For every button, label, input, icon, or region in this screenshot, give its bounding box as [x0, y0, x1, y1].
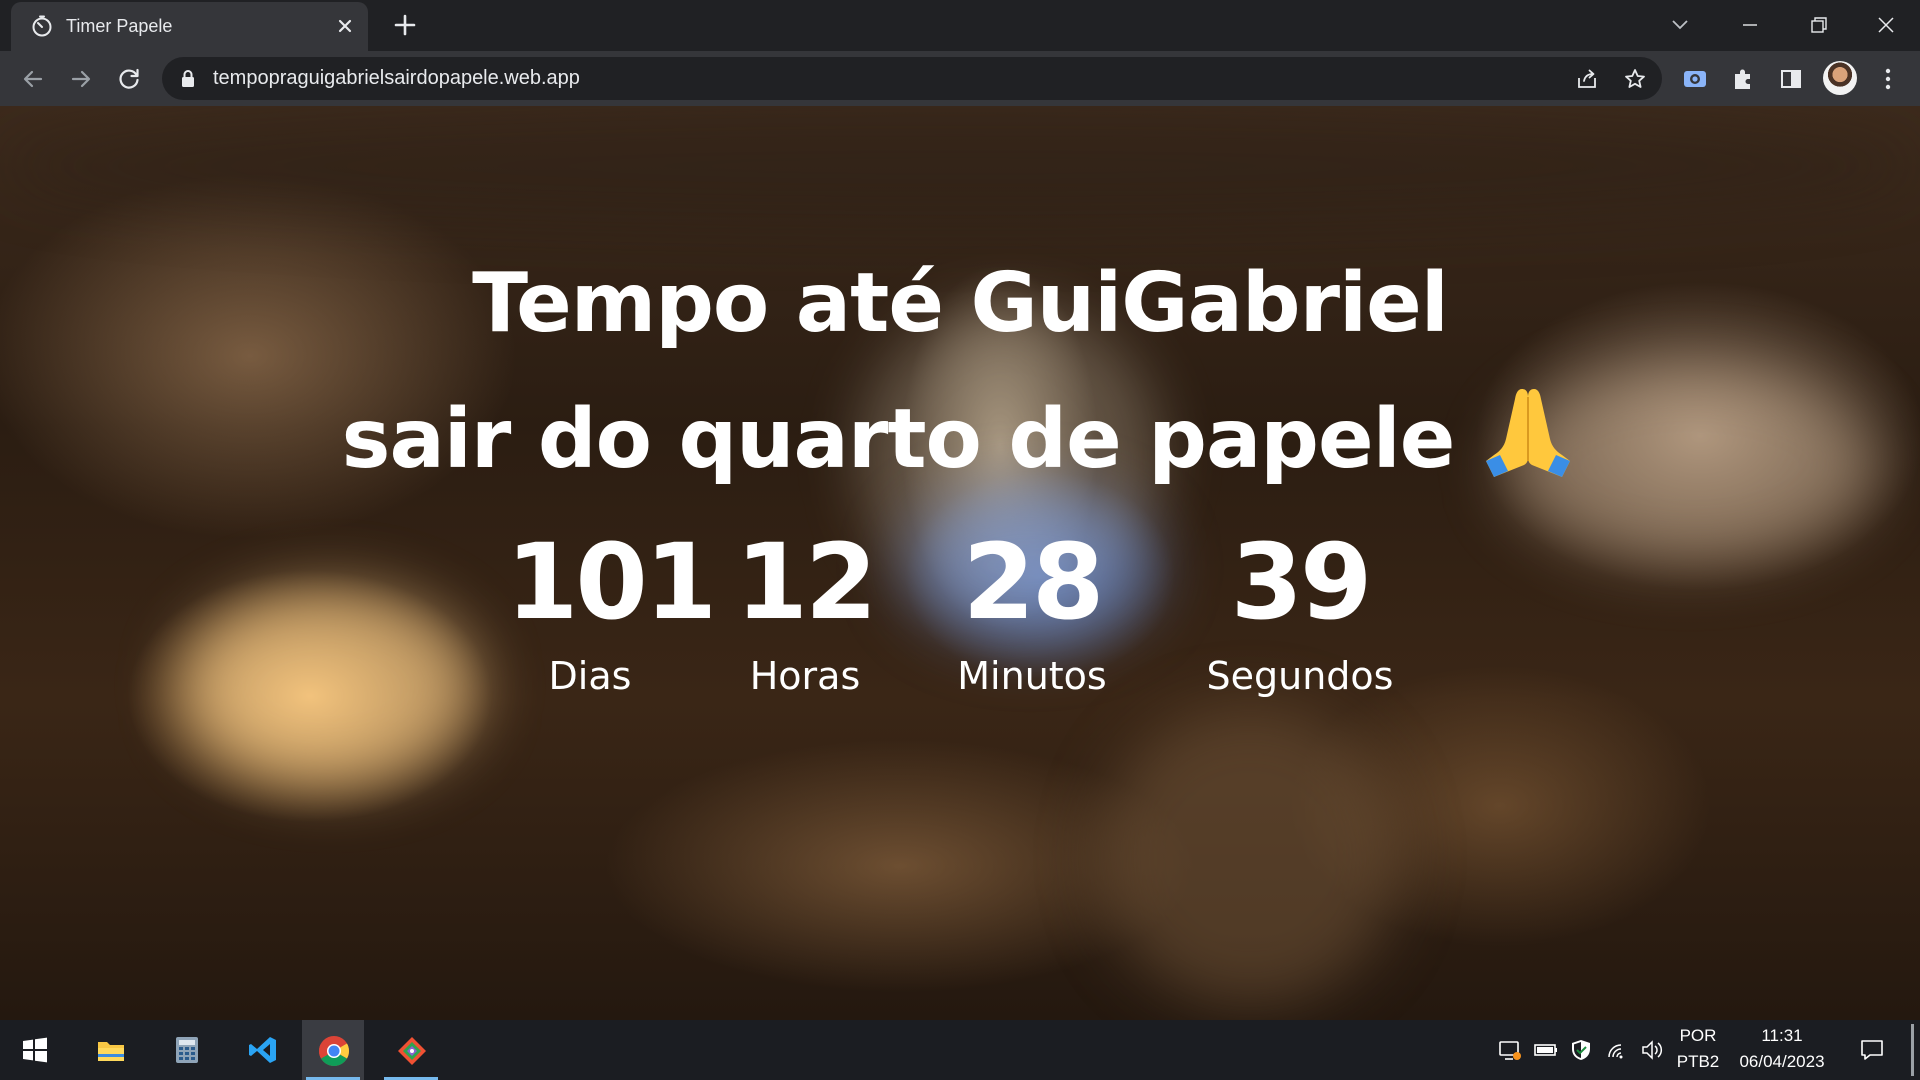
keyboard-layout[interactable]: PTB2 — [1672, 1052, 1724, 1072]
seconds-value: 39 — [1230, 521, 1373, 643]
url-text[interactable]: tempopraguigabrielsairdopapele.web.app — [213, 67, 580, 90]
start-icon — [23, 1037, 47, 1063]
days-value: 101 — [506, 521, 717, 643]
page-content: Tempo até GuiGabriel sair do quarto de p… — [0, 106, 1920, 1020]
file-explorer-button[interactable] — [80, 1020, 142, 1080]
background-light-glow — [180, 586, 480, 786]
browser-tab-strip: Timer Papele — [0, 0, 1920, 51]
restore-icon[interactable] — [1804, 10, 1834, 40]
bookmark-star-icon[interactable] — [1623, 67, 1647, 91]
minimize-icon[interactable] — [1735, 10, 1765, 40]
screen-capture-extension-icon[interactable] — [1681, 65, 1709, 93]
calculator-button[interactable] — [156, 1020, 218, 1080]
git-icon — [398, 1037, 426, 1065]
countdown-days: 101 Dias — [506, 521, 717, 700]
title-line-2: sair do quarto de papele — [341, 392, 1456, 487]
start-button[interactable] — [4, 1020, 66, 1080]
countdown-minutes: 28 Minutos — [940, 526, 1124, 700]
security-shield-icon[interactable] — [1569, 1038, 1593, 1062]
notification-center-icon[interactable] — [1858, 1036, 1886, 1064]
minutes-label: Minutos — [957, 654, 1107, 698]
seconds-label: Segundos — [1206, 654, 1394, 698]
new-tab-icon[interactable] — [392, 12, 418, 38]
minutes-value: 28 — [962, 521, 1105, 643]
show-desktop-button[interactable] — [1911, 1024, 1914, 1076]
background-ceiling — [0, 106, 1920, 226]
battery-icon[interactable] — [1534, 1038, 1558, 1062]
tab-title: Timer Papele — [66, 16, 173, 36]
folded-hands-icon — [1486, 389, 1571, 477]
side-panel-icon[interactable] — [1777, 65, 1805, 93]
windows-taskbar: POR PTB2 11:31 06/04/2023 — [0, 1020, 1920, 1080]
days-label: Dias — [548, 654, 632, 698]
chrome-icon — [318, 1036, 350, 1067]
forward-arrow-icon[interactable] — [67, 65, 95, 93]
browser-tab[interactable]: Timer Papele — [11, 2, 368, 51]
profile-avatar[interactable] — [1823, 61, 1857, 95]
chevron-down-icon[interactable] — [1668, 12, 1692, 36]
volume-icon[interactable] — [1640, 1038, 1664, 1062]
git-button[interactable] — [380, 1020, 442, 1080]
countdown-hours: 12 Horas — [730, 526, 880, 700]
extensions-puzzle-icon[interactable] — [1729, 65, 1757, 93]
hours-label: Horas — [749, 654, 861, 698]
clock-time[interactable]: 11:31 — [1728, 1026, 1836, 1046]
clock-date[interactable]: 06/04/2023 — [1728, 1052, 1836, 1072]
timer-icon — [32, 15, 52, 37]
share-icon[interactable] — [1575, 67, 1599, 91]
close-tab-icon[interactable] — [334, 15, 356, 37]
more-menu-icon[interactable] — [1874, 65, 1902, 93]
background-chair — [1100, 706, 1400, 1006]
title-line-1: Tempo até GuiGabriel — [472, 256, 1449, 351]
lock-icon[interactable] — [180, 69, 196, 88]
vscode-button[interactable] — [232, 1020, 294, 1080]
input-language[interactable]: POR — [1672, 1026, 1724, 1046]
browser-toolbar: tempopraguigabrielsairdopapele.web.app — [0, 51, 1920, 106]
file-explorer-icon — [98, 1042, 124, 1061]
update-icon[interactable] — [1498, 1038, 1522, 1062]
countdown-seconds: 39 Segundos — [1190, 526, 1410, 700]
vscode-icon — [249, 1037, 276, 1063]
calculator-icon — [176, 1037, 198, 1063]
address-bar[interactable]: tempopraguigabrielsairdopapele.web.app — [162, 57, 1662, 100]
hours-value: 12 — [735, 521, 878, 643]
reload-icon[interactable] — [115, 65, 143, 93]
back-arrow-icon[interactable] — [19, 65, 47, 93]
chrome-button[interactable] — [302, 1020, 364, 1080]
window-close-icon[interactable] — [1871, 10, 1901, 40]
wifi-icon[interactable] — [1606, 1038, 1630, 1062]
page-title: Tempo até GuiGabriel sair do quarto de p… — [0, 236, 1920, 508]
